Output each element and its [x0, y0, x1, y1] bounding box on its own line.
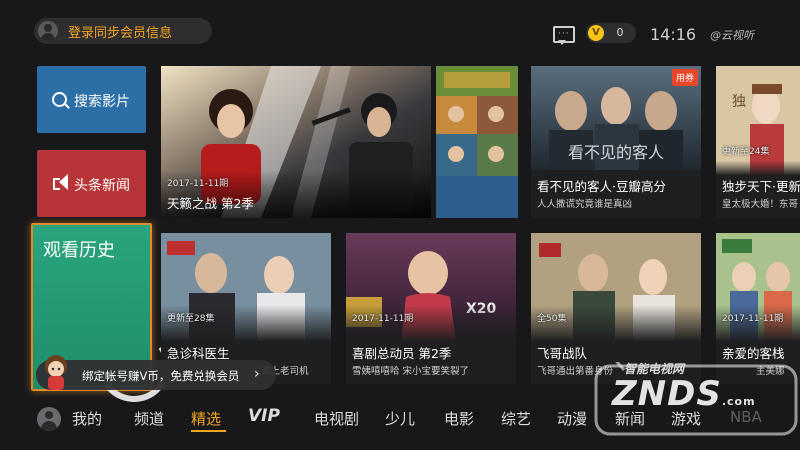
nav-item-variety[interactable]: 综艺: [501, 408, 531, 429]
nav-item-mine[interactable]: 我的: [72, 408, 102, 429]
card-episode: 2017-11-11期: [352, 314, 414, 324]
user-avatar-icon: [38, 21, 58, 41]
brand-logo: @云视听: [710, 29, 754, 42]
card-subtitle: 人人撒谎究竟谁是真凶: [537, 199, 633, 210]
nav-item-anime[interactable]: 动漫: [557, 408, 587, 429]
card-title: 天籁之战 第2季: [167, 196, 254, 211]
nav-active-indicator: [191, 430, 226, 432]
profile-avatar-icon[interactable]: [37, 407, 61, 431]
content-card[interactable]: X20 2017-11-11期 喜剧总动员 第2季 雪姨嘻嘻哈 宋小宝要笑裂了: [346, 233, 516, 384]
watermark-en-main: ZNDS: [612, 374, 722, 414]
search-tile-label: 搜索影片: [74, 94, 130, 110]
coupon-badge: 用券: [671, 69, 698, 86]
poster-image: [436, 66, 518, 218]
v-coin-icon: V: [588, 25, 604, 41]
card-title: 飞哥战队: [537, 346, 588, 361]
content-card[interactable]: 看不见的客人 用券 看不见的客人·豆瓣高分 人人撒谎究竟谁是真凶: [531, 66, 701, 218]
card-title: 看不见的客人·豆瓣高分: [537, 179, 666, 194]
card-title: 喜剧总动员 第2季: [352, 346, 452, 361]
svg-text:看不见的客人: 看不见的客人: [568, 143, 664, 162]
nav-item-tv-series[interactable]: 电视剧: [314, 408, 359, 429]
news-tile-label: 头条新闻: [74, 178, 130, 194]
content-card[interactable]: [436, 66, 518, 218]
nav-item-movies[interactable]: 电影: [444, 408, 474, 429]
card-subtitle: 皇太极大婚！东哥: [722, 199, 799, 210]
mascot-icon: [45, 355, 67, 390]
nav-item-channels[interactable]: 频道: [134, 408, 164, 429]
search-icon: [52, 92, 67, 107]
watermark-suffix: .com: [721, 395, 756, 408]
chevron-right-icon: ›: [254, 366, 260, 382]
content-card[interactable]: 2017-11-11期 天籁之战 第2季: [161, 66, 431, 218]
card-episode: 更新至24集: [722, 147, 770, 157]
card-title: 独步天下·更新: [722, 179, 800, 194]
brand-name: 云视听: [721, 29, 754, 42]
speaker-cone-icon: [59, 174, 68, 190]
card-episode: 2017-11-11期: [722, 314, 784, 324]
clock: 14:16: [650, 25, 697, 44]
message-dots-icon: ···: [558, 29, 570, 39]
promo-text: 绑定帐号赚V币，免费兑换会员: [82, 369, 240, 383]
nav-item-vip[interactable]: VIP: [248, 406, 280, 426]
svg-text:独: 独: [732, 94, 746, 110]
card-subtitle: 雪姨嘻嘻哈 宋小宝要笑裂了: [352, 366, 470, 377]
history-tile-label: 观看历史: [43, 240, 115, 261]
card-episode: 更新至28集: [167, 314, 215, 324]
card-title: 亲爱的客栈: [722, 346, 785, 361]
nav-item-featured[interactable]: 精选: [191, 408, 221, 429]
content-card[interactable]: 独 更新至24集 独步天下·更新 皇太极大婚！东哥: [716, 66, 800, 218]
card-episode: 2017-11-11期: [167, 179, 229, 189]
watermark-en: ZNDS.com: [612, 374, 756, 414]
nav-item-kids[interactable]: 少儿: [385, 408, 415, 429]
coin-count: 0: [616, 26, 624, 39]
card-episode: 全50集: [537, 314, 567, 324]
login-prompt[interactable]: 登录同步会员信息: [68, 22, 172, 41]
